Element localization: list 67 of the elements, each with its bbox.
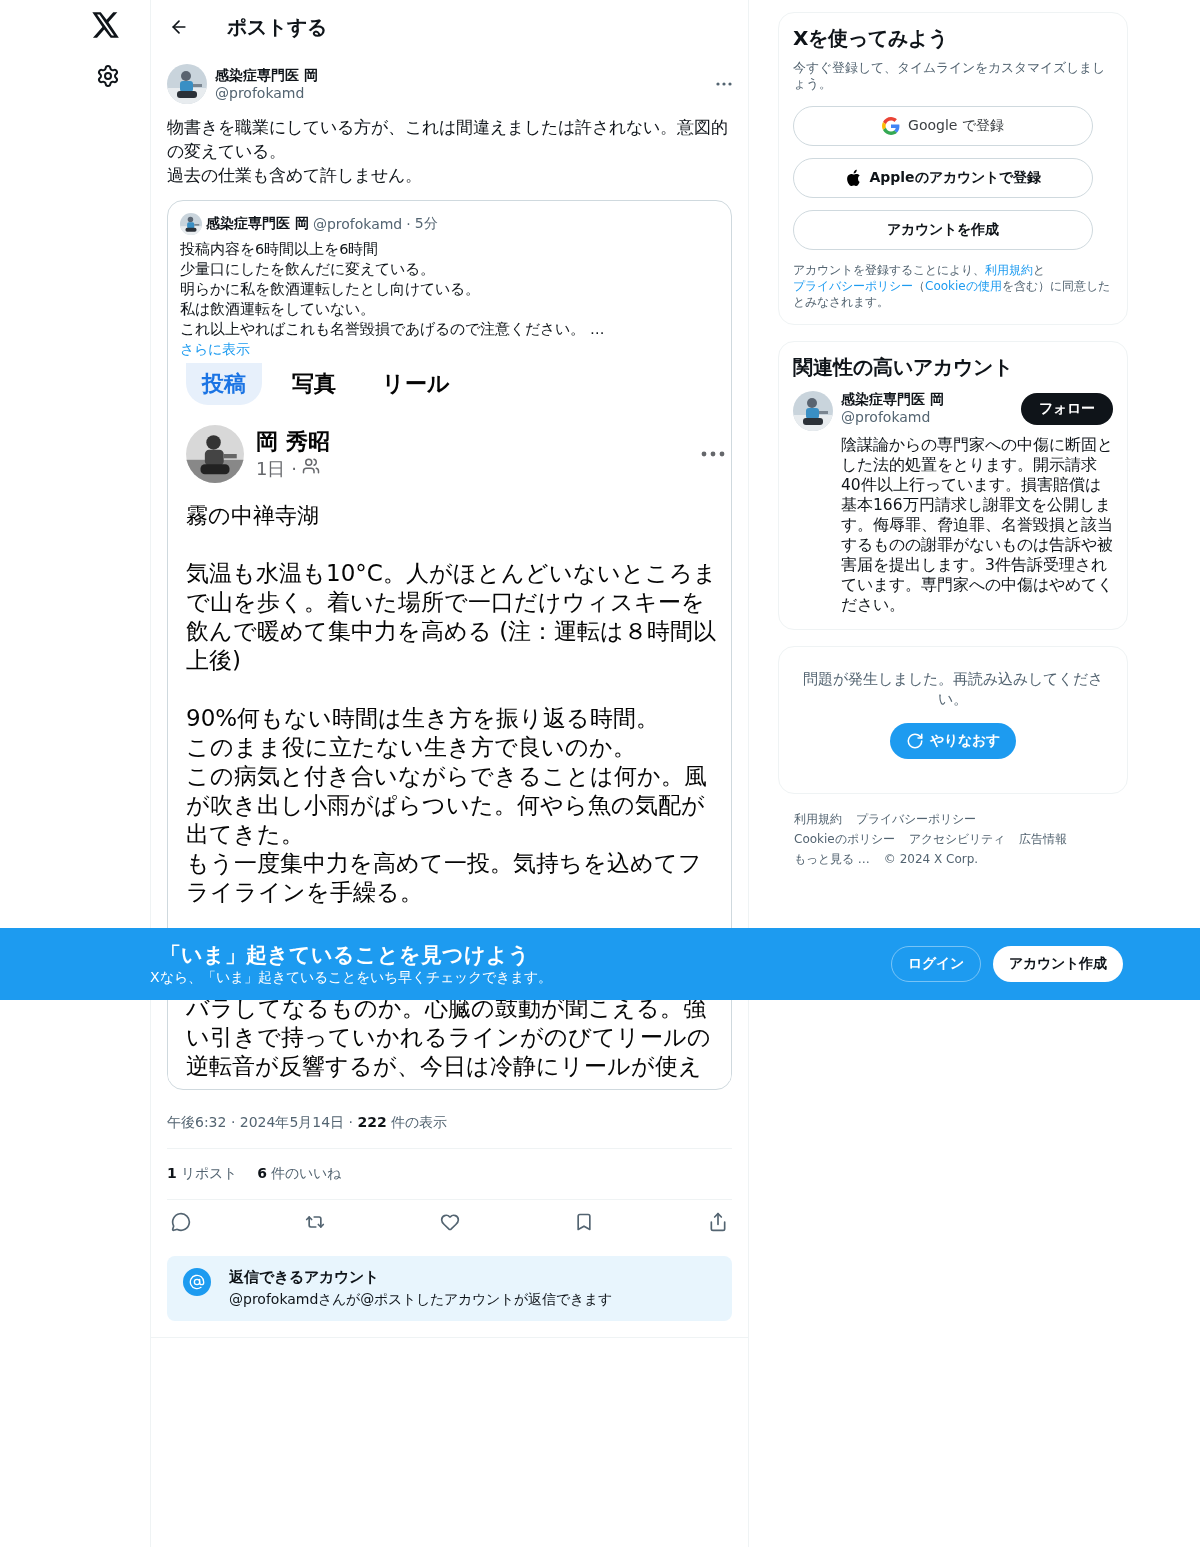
error-message: 問題が発生しました。再読み込みしてください。 <box>803 669 1103 709</box>
screenshot-tab: 投稿 <box>186 363 262 405</box>
separator-dot: · <box>406 216 411 232</box>
banner-title: 「いま」起きていることを見つけよう <box>160 942 531 969</box>
quote-text: 少量口にしたを飲んだに変えている。 <box>180 260 436 279</box>
account-name: 感染症専門医 岡 <box>841 391 944 409</box>
screenshot-tab-label: 写真 <box>291 370 337 398</box>
author-name: 感染症専門医 岡 <box>215 67 319 85</box>
quote-author-handle: @profokamd <box>312 216 403 232</box>
post-time: 午後6:32 · 2024年5月14日 · <box>167 1114 354 1130</box>
footer-link[interactable]: 利用規約 <box>794 810 842 828</box>
google-icon <box>882 117 901 135</box>
post-text: 物書きを職業にしている方が、これは間違えましたは許されない。意図的の変えている。 <box>167 117 729 163</box>
quote-text: 投稿内容を6時間以上を6時間 <box>180 240 380 259</box>
banner-subtitle: Xなら、「いま」起きていることをいち早くチェックできます。 <box>150 969 552 987</box>
card-title: 関連性の高いアカウント <box>793 354 1014 381</box>
footer-link[interactable]: もっと見る … <box>794 850 870 868</box>
more-icon <box>701 451 725 457</box>
apple-icon <box>845 169 862 187</box>
screenshot-text-line: 気温も水温も10°C。人がほとんどいないところまで山を歩く。着いた場所で一口だけウィスキーを飲んで暖めて集中力を高める (注：運転は８時間以上後) <box>186 559 718 675</box>
ellipsis: … <box>590 321 605 337</box>
more-icon[interactable] <box>716 82 732 86</box>
card-title: Xを使ってみよう <box>793 25 950 52</box>
signup-button[interactable]: Google で登録 <box>793 106 1093 146</box>
stat-link[interactable]: 1 リポスト <box>167 1165 238 1183</box>
follow-button[interactable]: フォロー <box>1021 393 1113 425</box>
notice-text: @profokamdさんが@ポストしたアカウントが返信できます <box>229 1291 614 1309</box>
signup-button[interactable]: アカウント作成 <box>993 946 1123 982</box>
share-icon[interactable] <box>708 1212 728 1232</box>
signup-button[interactable]: Appleのアカウントで登録 <box>793 158 1093 198</box>
friends-icon <box>302 457 320 475</box>
view-label: 件の表示 <box>391 1114 448 1130</box>
footer-link[interactable]: 広告情報 <box>1018 830 1067 848</box>
screenshot-post-title: 霧の中禅寺湖 <box>186 502 320 530</box>
page-title: ポストする <box>227 13 327 41</box>
at-icon <box>183 1268 211 1296</box>
author-handle: @profokamd <box>215 85 306 101</box>
account-bio: 陰謀論からの専門家への中傷に断固とした法的処置をとります。開示請求40件以上行っています。損害賠償は基本166万円請求し謝罪文を公開します。侮辱罪、脅迫罪、名誉毀損と該当するものの謝罪がないものは告訴や被害届を提出します。3件告訴受理されています。専門家への中傷はやめてください。 <box>841 435 1113 615</box>
notice-title: 返信できるアカウント <box>229 1268 380 1287</box>
reply-icon[interactable] <box>171 1212 191 1232</box>
screenshot-text-line: このまま役に立たない生き方で良いのか。 <box>186 733 637 762</box>
footer-link[interactable]: アクセシビリティ <box>908 830 1005 848</box>
screenshot-tab-label: リール <box>381 370 451 398</box>
screenshot-text-line: もう一度集中力を高めて一投。気持ちを込めてフライラインを手繰る。 <box>186 849 703 907</box>
quote-text: 明らかに私を飲酒運転したとし向けている。 <box>180 280 481 299</box>
x-logo-icon[interactable] <box>92 12 120 38</box>
post-text: 過去の仕業も含めて許しません。 <box>167 165 423 187</box>
footer-link[interactable]: © 2024 X Corp. <box>883 850 979 868</box>
terms-text: アカウントを登録することにより、利用規約 と プライバシーポリシー（Cookieの使用を含む）に同意したとみなされます。 <box>793 262 1111 310</box>
quote-author-name: 感染症専門医 岡 <box>206 215 309 233</box>
refresh-icon <box>906 732 924 750</box>
stat-link[interactable]: 6 件のいいね <box>257 1165 342 1183</box>
account-handle: @profokamd <box>841 409 931 425</box>
footer-link[interactable]: プライバシーポリシー <box>856 810 976 828</box>
settings-icon[interactable] <box>96 64 120 88</box>
footer-link[interactable]: Cookieのポリシー <box>794 830 895 848</box>
screenshot-time: 1日 · <box>256 458 297 479</box>
signup-button[interactable]: アカウントを作成 <box>793 210 1093 250</box>
view-count: 222 <box>357 1114 387 1130</box>
quote-text: これ以上やればこれも名誉毀損であげるので注意ください。 <box>180 321 585 337</box>
card-subtitle: 今すぐ登録して、タイムラインをカスタマイズしましょう。 <box>793 60 1106 92</box>
quote-text: 私は飲酒運転をしていない。 <box>180 300 376 319</box>
screenshot-text-line: 90%何もない時間は生き方を振り返る時間。 <box>186 704 661 733</box>
like-icon[interactable] <box>439 1212 460 1232</box>
screenshot-author-name: 岡 秀昭 <box>256 428 331 456</box>
quote-time: 5分 <box>414 215 438 233</box>
screenshot-text-line: この病気と付き合いながらできることは何か。風が吹き出し小雨がぱらついた。何やら魚の気配が出てきた。 <box>186 762 708 849</box>
